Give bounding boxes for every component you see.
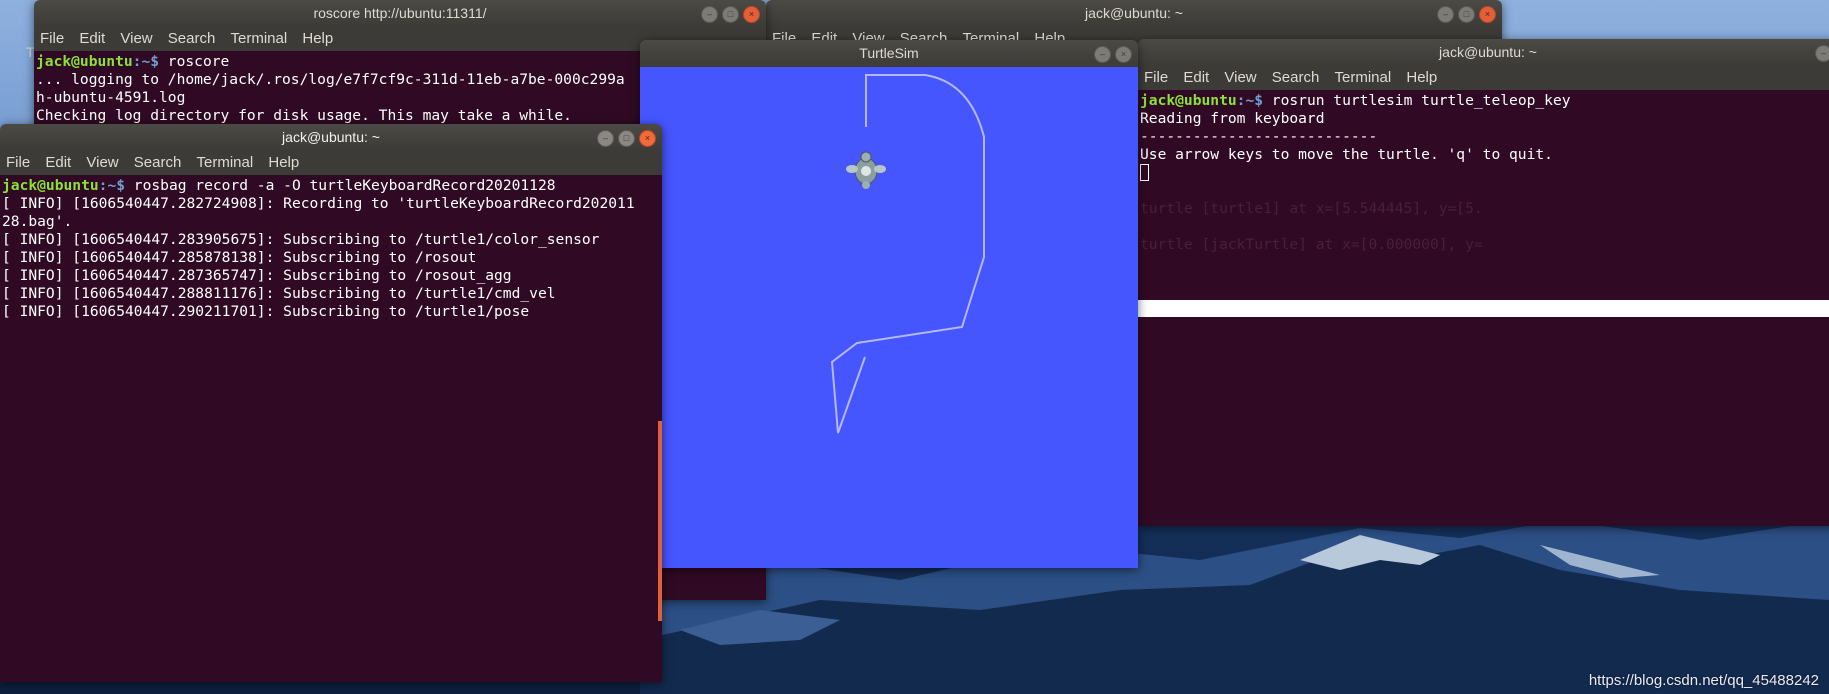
roscore-command: roscore bbox=[159, 53, 230, 70]
rosbag-menubar: File Edit View Search Terminal Help bbox=[0, 151, 662, 175]
prompt-path: :~$ bbox=[98, 177, 126, 194]
minimize-icon[interactable]: – bbox=[1437, 6, 1454, 23]
prompt-user: jack@ubuntu bbox=[2, 177, 99, 194]
menu-terminal[interactable]: Terminal bbox=[1333, 69, 1394, 86]
terminal-line: [ INFO] [1606540447.288811176]: Subscrib… bbox=[2, 285, 556, 302]
teleop-window-title: jack@ubuntu: ~ bbox=[1439, 44, 1537, 60]
terminal-line: Use arrow keys to move the turtle. 'q' t… bbox=[1140, 146, 1553, 163]
turtlesim-titlebar[interactable]: TurtleSim – × bbox=[640, 40, 1138, 67]
menu-view[interactable]: View bbox=[1222, 69, 1258, 86]
menu-help[interactable]: Help bbox=[266, 154, 301, 171]
terminal-line: ... logging to /home/jack/.ros/log/e7f7c… bbox=[36, 71, 625, 88]
menu-help[interactable]: Help bbox=[1404, 69, 1439, 86]
back-window-title: jack@ubuntu: ~ bbox=[1085, 5, 1183, 21]
menu-edit[interactable]: Edit bbox=[77, 30, 107, 47]
terminal-line: [ INFO] [1606540447.290211701]: Subscrib… bbox=[2, 303, 530, 320]
menu-view[interactable]: View bbox=[118, 30, 154, 47]
turtlesim-window-title: TurtleSim bbox=[859, 45, 919, 61]
prompt-user: jack@ubuntu bbox=[1140, 92, 1237, 109]
teleop-menubar: File Edit View Search Terminal Help bbox=[1138, 66, 1829, 90]
menu-file[interactable]: File bbox=[1142, 69, 1170, 86]
menu-edit[interactable]: Edit bbox=[43, 154, 73, 171]
turtle-trail bbox=[830, 74, 985, 434]
menu-edit[interactable]: Edit bbox=[1181, 69, 1211, 86]
turtlesim-canvas[interactable] bbox=[640, 67, 1138, 568]
minimize-icon[interactable]: – bbox=[1815, 45, 1829, 62]
terminal-line: --------------------------- bbox=[1140, 128, 1378, 145]
terminal-line: Reading from keyboard bbox=[1140, 110, 1325, 127]
close-icon[interactable]: × bbox=[639, 130, 656, 147]
prompt-path: :~$ bbox=[1236, 92, 1264, 109]
terminal-line: Checking log directory for disk usage. T… bbox=[36, 107, 572, 124]
menu-terminal[interactable]: Terminal bbox=[229, 30, 290, 47]
menu-terminal[interactable]: Terminal bbox=[195, 154, 256, 171]
menu-view[interactable]: View bbox=[84, 154, 120, 171]
terminal-line: [ INFO] [1606540447.285878138]: Subscrib… bbox=[2, 249, 477, 266]
ghost-line: turtle [jackTurtle] at x=[0.000000], y= bbox=[1140, 236, 1483, 253]
rosbag-terminal-window[interactable]: jack@ubuntu: ~ – □ × File Edit View Sear… bbox=[0, 124, 662, 682]
scrollbar[interactable] bbox=[658, 421, 662, 621]
close-icon[interactable]: × bbox=[743, 6, 760, 23]
teleop-command: rosrun turtlesim turtle_teleop_key bbox=[1263, 92, 1571, 109]
ghost-line: turtle [turtle1] at x=[5.544445], y=[5. bbox=[1140, 200, 1483, 217]
maximize-icon[interactable]: □ bbox=[1458, 6, 1475, 23]
turtlesim-window[interactable]: TurtleSim – × bbox=[640, 40, 1138, 568]
teleop-titlebar[interactable]: jack@ubuntu: ~ – bbox=[1138, 39, 1829, 66]
terminal-line: [ INFO] [1606540447.287365747]: Subscrib… bbox=[2, 267, 512, 284]
prompt-user: jack@ubuntu bbox=[36, 53, 133, 70]
menu-file[interactable]: File bbox=[4, 154, 32, 171]
selection-bar bbox=[1138, 300, 1829, 317]
teleop-terminal-window[interactable]: jack@ubuntu: ~ – File Edit View Search T… bbox=[1138, 39, 1829, 526]
close-icon[interactable]: × bbox=[1479, 6, 1496, 23]
minimize-icon[interactable]: – bbox=[597, 130, 614, 147]
prompt-path: :~$ bbox=[132, 53, 160, 70]
maximize-icon[interactable]: □ bbox=[722, 6, 739, 23]
minimize-icon[interactable]: – bbox=[701, 6, 718, 23]
menu-search[interactable]: Search bbox=[166, 30, 218, 47]
terminal-line: [ INFO] [1606540447.282724908]: Recordin… bbox=[2, 195, 635, 212]
turtle-icon bbox=[846, 151, 886, 189]
rosbag-window-title: jack@ubuntu: ~ bbox=[282, 129, 380, 145]
text-cursor bbox=[1140, 164, 1149, 181]
maximize-icon[interactable]: □ bbox=[618, 130, 635, 147]
close-icon[interactable]: × bbox=[1115, 46, 1132, 63]
roscore-titlebar[interactable]: roscore http://ubuntu:11311/ – □ × bbox=[34, 0, 766, 27]
teleop-terminal-body[interactable]: jack@ubuntu:~$ rosrun turtlesim turtle_t… bbox=[1138, 90, 1829, 526]
minimize-icon[interactable]: – bbox=[1094, 46, 1111, 63]
terminal-line: 28.bag'. bbox=[2, 213, 73, 230]
terminal-line: h-ubuntu-4591.log bbox=[36, 89, 186, 106]
rosbag-terminal-body[interactable]: jack@ubuntu:~$ rosbag record -a -O turtl… bbox=[0, 175, 662, 682]
menu-file[interactable]: File bbox=[38, 30, 66, 47]
menu-search[interactable]: Search bbox=[132, 154, 184, 171]
terminal-line: [ INFO] [1606540447.283905675]: Subscrib… bbox=[2, 231, 600, 248]
menu-help[interactable]: Help bbox=[300, 30, 335, 47]
menu-search[interactable]: Search bbox=[1270, 69, 1322, 86]
watermark-text: https://blog.csdn.net/qq_45488242 bbox=[1588, 672, 1819, 689]
roscore-window-title: roscore http://ubuntu:11311/ bbox=[313, 5, 487, 21]
rosbag-command: rosbag record -a -O turtleKeyboardRecord… bbox=[125, 177, 556, 194]
back-window-titlebar[interactable]: jack@ubuntu: ~ – □ × bbox=[766, 0, 1502, 27]
rosbag-titlebar[interactable]: jack@ubuntu: ~ – □ × bbox=[0, 124, 662, 151]
